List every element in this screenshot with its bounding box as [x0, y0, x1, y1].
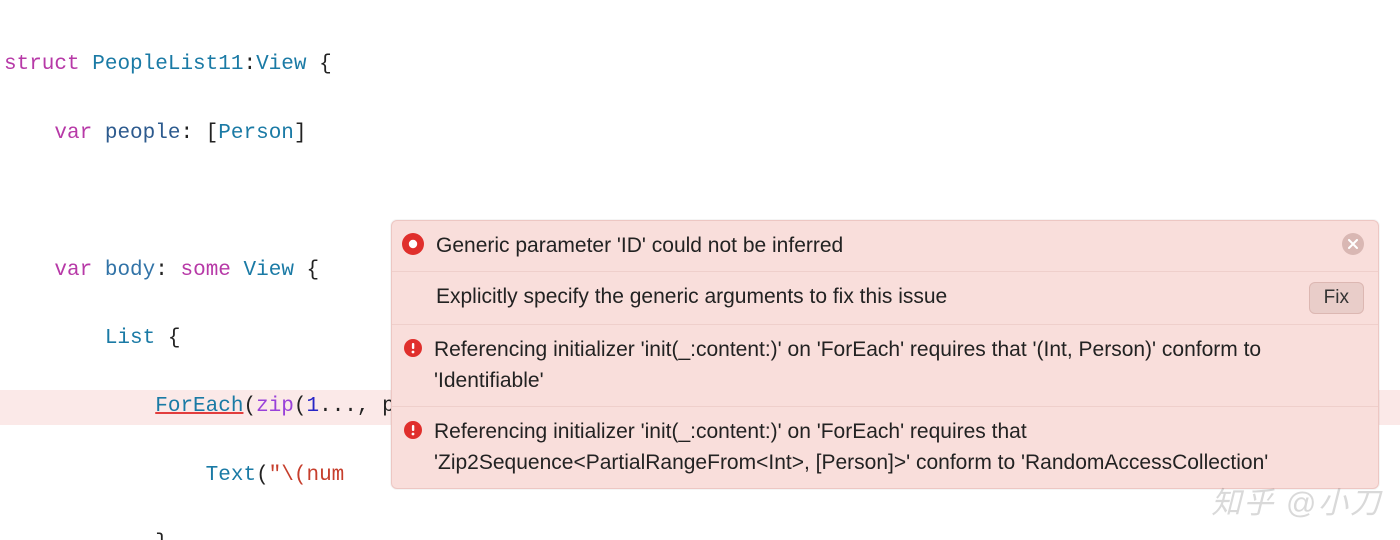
error-message: Generic parameter 'ID' could not be infe… — [436, 231, 1330, 261]
close-button[interactable] — [1342, 233, 1364, 255]
error-icon — [404, 339, 422, 357]
error-message: Referencing initializer 'init(_:content:… — [434, 417, 1364, 478]
type-name: PeopleList11 — [92, 53, 243, 76]
code-line: struct PeopleList11:View { — [0, 48, 1400, 82]
error-popup: Generic parameter 'ID' could not be infe… — [391, 220, 1379, 489]
close-icon — [1348, 239, 1358, 249]
code-line: } — [0, 527, 1400, 540]
error-row-primary: Generic parameter 'ID' could not be infe… — [392, 221, 1378, 271]
error-icon — [402, 233, 424, 255]
error-fixit-message: Explicitly specify the generic arguments… — [436, 282, 1297, 312]
error-message: Referencing initializer 'init(_:content:… — [434, 335, 1364, 396]
error-row-fixit: Explicitly specify the generic arguments… — [392, 271, 1378, 324]
error-row-secondary: Referencing initializer 'init(_:content:… — [392, 406, 1378, 488]
fix-button[interactable]: Fix — [1309, 282, 1364, 314]
code-line: var people: [Person] — [0, 117, 1400, 151]
error-icon — [404, 421, 422, 439]
error-row-secondary: Referencing initializer 'init(_:content:… — [392, 324, 1378, 406]
foreach-call: ForEach — [155, 395, 243, 418]
code-line-blank — [0, 185, 1400, 219]
keyword-struct: struct — [4, 53, 80, 76]
type-view: View — [256, 53, 306, 76]
